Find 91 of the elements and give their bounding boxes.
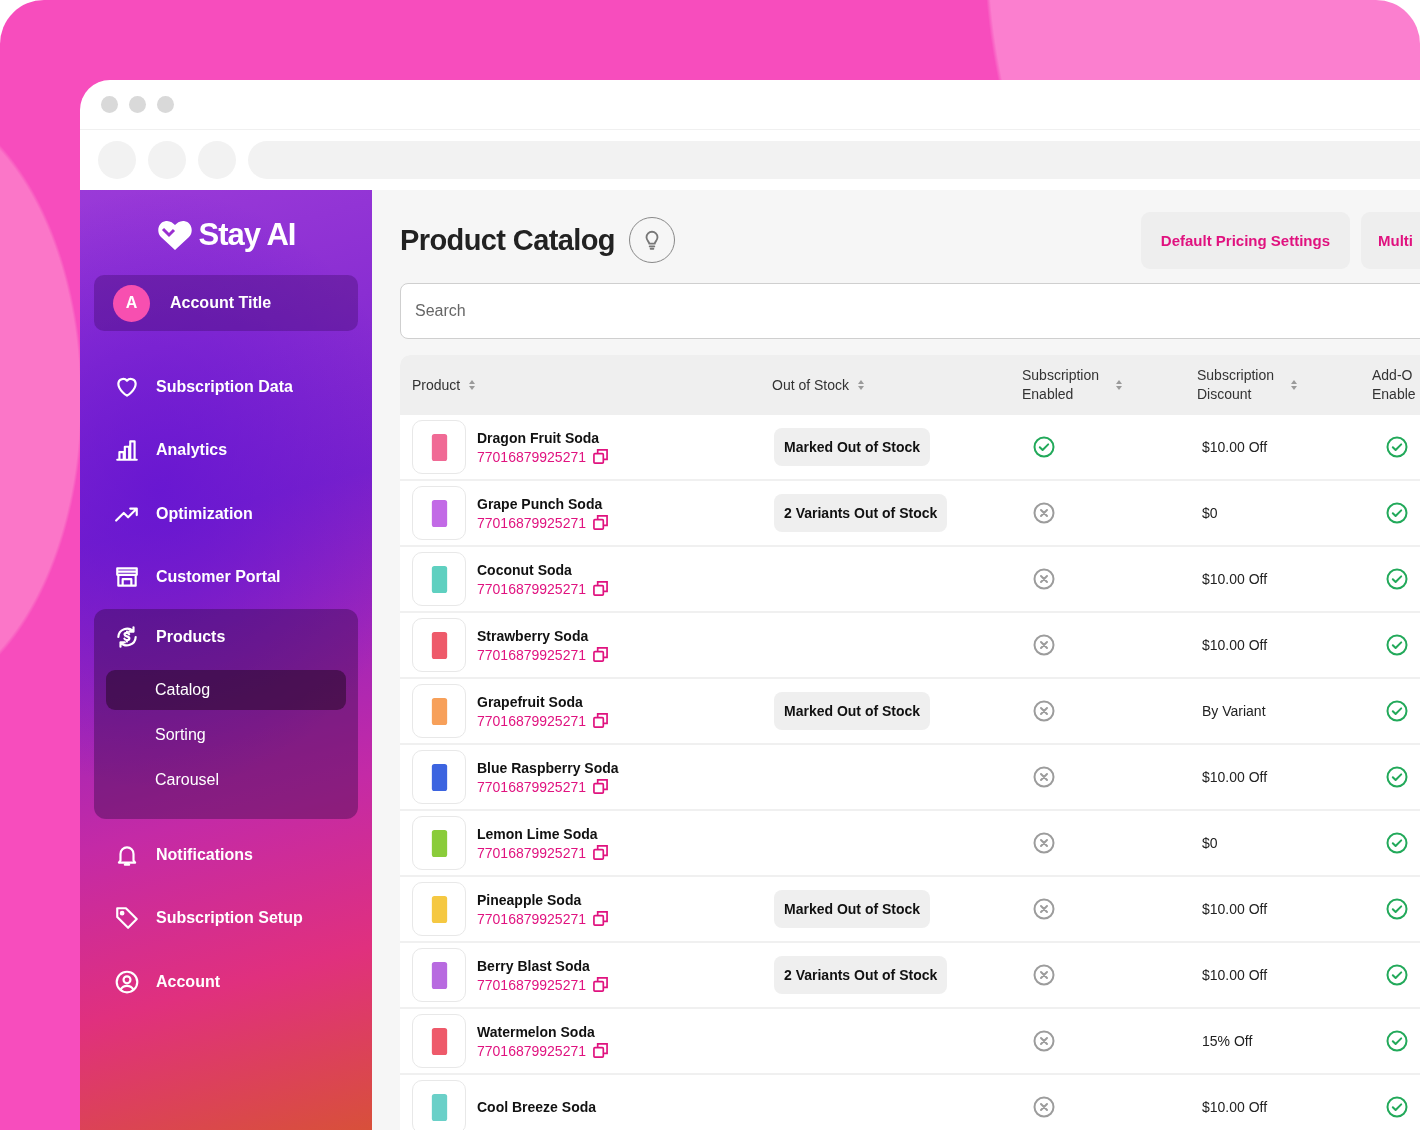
page-title: Product Catalog bbox=[400, 223, 615, 257]
column-header[interactable]: Subscription Discount bbox=[1197, 366, 1372, 404]
sidebar-item[interactable]: Analytics bbox=[94, 418, 358, 482]
sort-icon[interactable] bbox=[1115, 379, 1124, 391]
sidebar-item[interactable]: Account bbox=[94, 950, 358, 1014]
discount-text: $10.00 Off bbox=[1202, 967, 1268, 983]
discount-text: $0 bbox=[1202, 835, 1218, 851]
product-name: Coconut Soda bbox=[477, 561, 573, 578]
copy-icon[interactable] bbox=[593, 977, 608, 992]
product-name: Grapefruit Soda bbox=[477, 693, 584, 710]
discount-text: $10.00 Off bbox=[1202, 901, 1268, 917]
dollar-cycle-icon bbox=[114, 624, 140, 650]
product-id-link[interactable]: 77016879925271 bbox=[477, 448, 586, 465]
product-name: Lemon Lime Soda bbox=[477, 825, 599, 842]
table-row[interactable]: Coconut Soda 77016879925271 $10.00 Off bbox=[400, 547, 1420, 613]
product-name: Dragon Fruit Soda bbox=[477, 429, 601, 446]
discount-text: $10.00 Off bbox=[1202, 637, 1268, 653]
header-button[interactable]: Multi bbox=[1361, 211, 1420, 269]
product-name: Grape Punch Soda bbox=[477, 495, 604, 512]
product-id-link[interactable]: 77016879925271 bbox=[477, 1042, 586, 1059]
copy-icon[interactable] bbox=[593, 581, 608, 596]
copy-icon[interactable] bbox=[593, 1043, 608, 1058]
account-switcher[interactable]: A Account Title bbox=[94, 275, 358, 331]
out-of-stock-badge: Marked Out of Stock bbox=[774, 692, 931, 730]
discount-text: 15% Off bbox=[1202, 1033, 1253, 1049]
product-id-link[interactable]: 77016879925271 bbox=[477, 844, 586, 861]
copy-icon[interactable] bbox=[593, 713, 608, 728]
sidebar-item[interactable]: Subscription Setup bbox=[94, 886, 358, 950]
copy-icon[interactable] bbox=[593, 845, 608, 860]
tag-icon bbox=[114, 905, 140, 932]
table-row[interactable]: Lemon Lime Soda 77016879925271 $0 bbox=[400, 811, 1420, 877]
copy-icon[interactable] bbox=[593, 911, 608, 926]
out-of-stock-badge: Marked Out of Stock bbox=[774, 890, 931, 928]
out-of-stock-badge: Marked Out of Stock bbox=[774, 428, 931, 466]
sidebar-item[interactable]: Notifications bbox=[94, 823, 358, 887]
copy-icon[interactable] bbox=[593, 779, 608, 794]
column-header[interactable]: Subscription Enabled bbox=[1022, 366, 1197, 404]
table-row[interactable]: Grape Punch Soda 77016879925271 2 Variants Out of Stock $0 bbox=[400, 481, 1420, 547]
sidebar-item[interactable]: Customer Portal bbox=[94, 545, 358, 609]
logo-text: Stay AI bbox=[198, 217, 296, 253]
bar-chart-icon bbox=[114, 437, 140, 464]
table-row[interactable]: Pineapple Soda 77016879925271 Marked Out of Stock $10.00 Off bbox=[400, 877, 1420, 943]
header-button[interactable]: Default Pricing Settings bbox=[1140, 211, 1350, 269]
product-name: Watermelon Soda bbox=[477, 1023, 596, 1040]
product-id-link[interactable]: 77016879925271 bbox=[477, 646, 586, 663]
product-id-link[interactable]: 77016879925271 bbox=[477, 976, 586, 993]
product-name: Strawberry Soda bbox=[477, 627, 590, 644]
sort-icon[interactable] bbox=[468, 379, 477, 391]
sidebar-item[interactable]: Subscription Data bbox=[94, 355, 358, 419]
heart-logo-icon bbox=[156, 219, 193, 251]
product-name: Pineapple Soda bbox=[477, 891, 583, 908]
sort-icon[interactable] bbox=[857, 379, 866, 391]
sidebar-subitem[interactable]: Carousel bbox=[106, 760, 346, 800]
table-row[interactable]: Dragon Fruit Soda 77016879925271 Marked Out of Stock $10.00 Off bbox=[400, 415, 1420, 481]
discount-text: $10.00 Off bbox=[1202, 571, 1268, 587]
copy-icon[interactable] bbox=[593, 515, 608, 530]
column-header[interactable]: Product bbox=[400, 375, 772, 395]
user-circle-icon bbox=[114, 968, 140, 995]
product-id-link[interactable]: 77016879925271 bbox=[477, 580, 586, 597]
discount-text: $10.00 Off bbox=[1202, 769, 1268, 785]
out-of-stock-badge: 2 Variants Out of Stock bbox=[774, 494, 948, 532]
table-row[interactable]: Strawberry Soda 77016879925271 $10.00 Off bbox=[400, 613, 1420, 679]
discount-text: By Variant bbox=[1202, 703, 1266, 719]
search-field[interactable]: Search bbox=[400, 283, 1420, 339]
out-of-stock-badge: 2 Variants Out of Stock bbox=[774, 956, 948, 994]
discount-text: $10.00 Off bbox=[1202, 439, 1268, 455]
sidebar-subitem[interactable]: Catalog bbox=[106, 670, 346, 710]
copy-icon[interactable] bbox=[593, 449, 608, 464]
table-row[interactable]: Berry Blast Soda 77016879925271 2 Variants Out of Stock $10.00 Off bbox=[400, 943, 1420, 1009]
copy-icon[interactable] bbox=[593, 647, 608, 662]
table-row[interactable]: Cool Breeze Soda $10.00 Off bbox=[400, 1075, 1420, 1130]
account-title: Account Title bbox=[170, 294, 272, 312]
table-row[interactable]: Blue Raspberry Soda 77016879925271 $10.00 Off bbox=[400, 745, 1420, 811]
discount-text: $10.00 Off bbox=[1202, 1099, 1268, 1115]
sort-icon[interactable] bbox=[1290, 379, 1299, 391]
product-name: Cool Breeze Soda bbox=[477, 1099, 597, 1115]
table-row[interactable]: Watermelon Soda 77016879925271 15% Off bbox=[400, 1009, 1420, 1075]
column-header[interactable]: Out of Stock bbox=[772, 375, 1022, 395]
sidebar-item[interactable]: Optimization bbox=[94, 482, 358, 546]
product-name: Berry Blast Soda bbox=[477, 957, 591, 974]
column-header[interactable]: Add-O Enable bbox=[1372, 366, 1420, 404]
product-name: Blue Raspberry Soda bbox=[477, 759, 619, 776]
product-id-link[interactable]: 77016879925271 bbox=[477, 910, 586, 927]
product-id-link[interactable]: 77016879925271 bbox=[477, 712, 586, 729]
discount-text: $0 bbox=[1202, 505, 1218, 521]
product-id-link[interactable]: 77016879925271 bbox=[477, 778, 586, 795]
product-id-link[interactable]: 77016879925271 bbox=[477, 514, 586, 531]
avatar: A bbox=[113, 284, 150, 322]
sidebar-item[interactable]: Products bbox=[106, 609, 346, 665]
table-row[interactable]: Grapefruit Soda 77016879925271 Marked Out of Stock By Variant bbox=[400, 679, 1420, 745]
sidebar-subitem[interactable]: Sorting bbox=[106, 715, 346, 755]
